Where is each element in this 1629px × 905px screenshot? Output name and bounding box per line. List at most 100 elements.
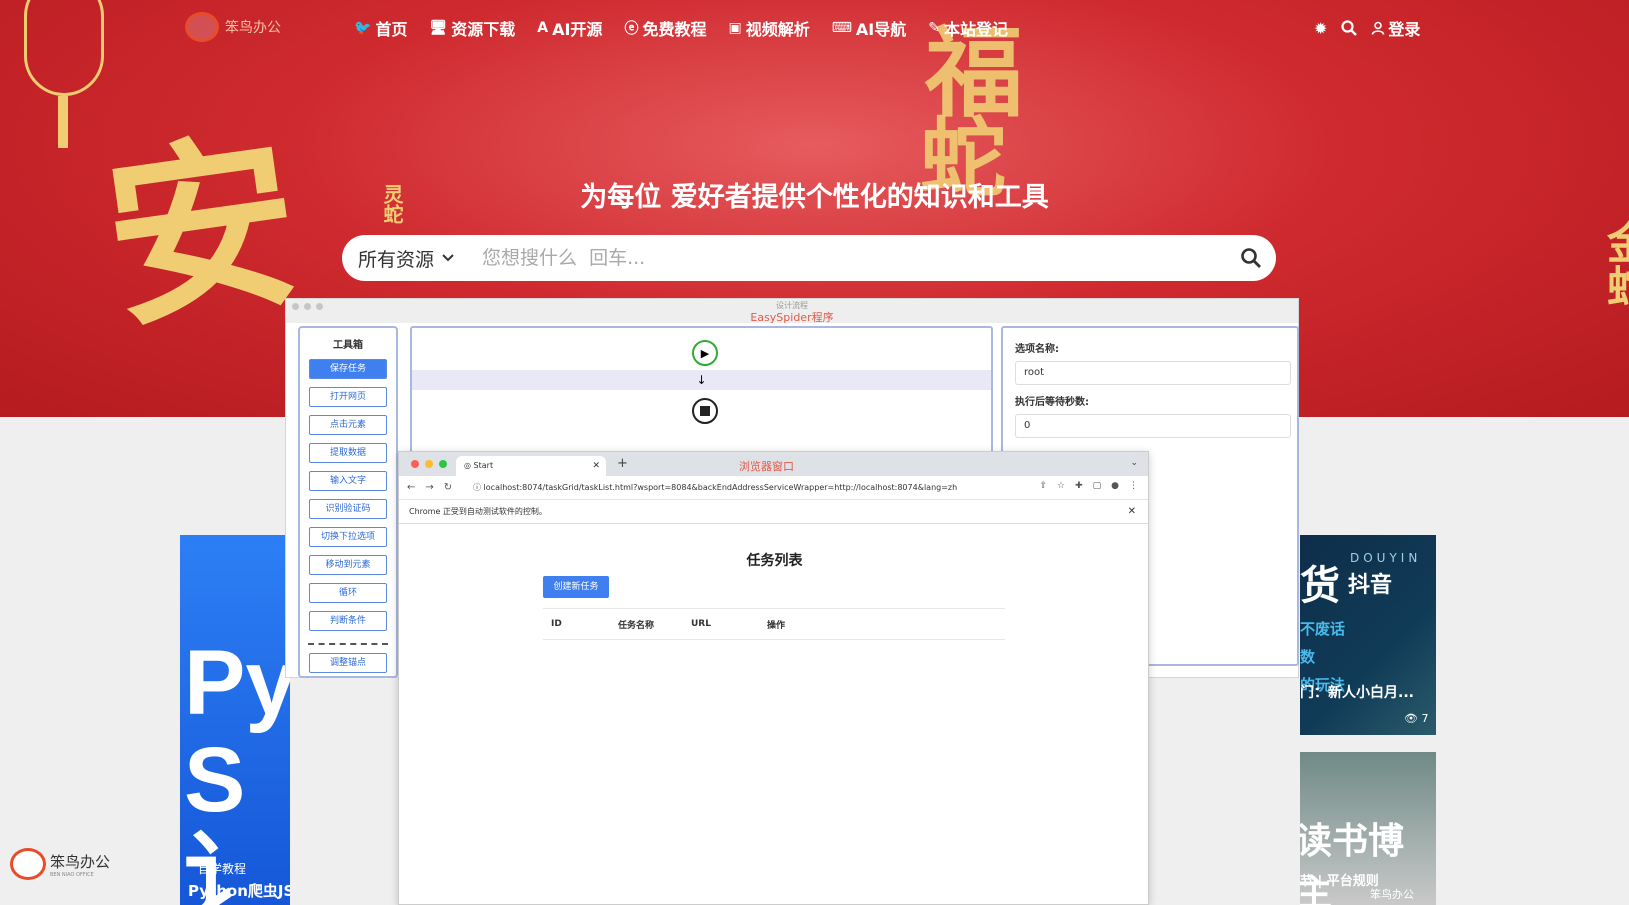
column-header: ID <box>551 619 562 629</box>
reload-icon[interactable]: ↻ <box>444 482 452 493</box>
browser-content: 任务列表 创建新任务 ID 任务名称 URL 操作 <box>399 524 1148 904</box>
card-cover-text: 读书博主 <box>1300 821 1405 905</box>
chevron-down-icon[interactable]: ⌄ <box>1130 458 1138 468</box>
site-logo[interactable]: 笨鸟办公 <box>185 12 281 42</box>
tool-switch-option[interactable]: 切换下拉选项 <box>309 527 387 547</box>
column-header: 操作 <box>767 620 786 631</box>
letter-a-icon: A <box>537 20 549 36</box>
automation-info-bar: Chrome 正受到自动测试软件的控制。 ✕ <box>399 500 1148 524</box>
stop-icon[interactable] <box>692 398 718 424</box>
minimize-dot[interactable] <box>425 460 433 468</box>
nav-label: 视频解析 <box>745 20 810 39</box>
new-tab-icon[interactable]: + <box>617 456 628 471</box>
wait-seconds-label: 执行后等待秒数: <box>1015 397 1089 408</box>
nav-item-video-parse[interactable]: ▣ 视频解析 <box>728 16 809 40</box>
main-nav: 🐦 首页 🖥 资源下载 A AI开源 ⓔ 免费教程 ▣ 视频解析 ⌨ AI导航 ✎ 本站登记 <box>354 16 1008 40</box>
login-link[interactable]: 登录 <box>1371 16 1420 40</box>
theme-toggle-icon[interactable]: ✹ <box>1314 19 1327 38</box>
browser-icon: ⓔ <box>624 21 639 37</box>
article-card[interactable]: 货 DOUYIN 抖音 不废话 数 的玩法 门：新人小白月... 👁 7 <box>1300 535 1436 735</box>
nav-label: AI开源 <box>552 20 603 39</box>
back-icon[interactable]: ← <box>407 482 415 493</box>
robot-icon: ⌨ <box>831 20 852 36</box>
task-table-header: ID 任务名称 URL 操作 <box>543 608 1005 640</box>
profile-icon[interactable]: ● <box>1111 481 1119 491</box>
browser-tab[interactable]: ◎ Start ✕ <box>456 456 606 476</box>
pen-icon: ✎ <box>928 20 940 36</box>
owl-logo-icon <box>185 12 219 42</box>
brand-sub: BEN NIAO OFFICE <box>50 871 94 878</box>
toolbox-title: 工具箱 <box>333 340 363 351</box>
close-icon[interactable]: ✕ <box>592 456 600 476</box>
tool-extract-data[interactable]: 提取数据 <box>309 443 387 463</box>
option-name-label: 选项名称: <box>1015 344 1059 355</box>
nav-label: 本站登记 <box>944 20 1009 39</box>
login-label: 登录 <box>1388 20 1421 39</box>
info-bar-text: Chrome 正受到自动测试软件的控制。 <box>409 507 547 516</box>
eye-icon: 👁 <box>1404 712 1418 725</box>
tool-adjust-anchor[interactable]: 调整锚点 <box>309 653 387 673</box>
search-input[interactable] <box>472 247 1226 269</box>
menu-icon[interactable]: ⋮ <box>1129 481 1138 491</box>
hero-deco-char: 安 <box>92 107 312 355</box>
url-text: localhost:8074/taskGrid/taskList.html?ws… <box>483 483 958 492</box>
nav-item-tutorials[interactable]: ⓔ 免费教程 <box>624 16 706 40</box>
close-dot[interactable] <box>411 460 419 468</box>
floating-logo[interactable]: 笨鸟办公 BEN NIAO OFFICE <box>10 848 110 880</box>
header-actions: ✹ 登录 <box>1314 16 1420 40</box>
hero-title: 为每位 爱好者提供个性化的知识和工具 <box>580 182 1049 213</box>
card-cover-text: 货 <box>1300 563 1340 609</box>
lantern-decoration <box>24 0 104 96</box>
search-icon[interactable] <box>1341 20 1358 36</box>
hero-deco-char: 金蛇 <box>1599 220 1629 308</box>
chevron-down-icon <box>442 254 454 262</box>
tool-click-element[interactable]: 点击元素 <box>309 415 387 435</box>
maximize-dot[interactable] <box>439 460 447 468</box>
nav-item-home[interactable]: 🐦 首页 <box>354 16 407 40</box>
card-tag: 自学教程 <box>198 862 247 876</box>
card-cover-brand: 抖音 <box>1348 573 1393 598</box>
article-card[interactable]: 读书博主 节 | 平台规则 笨鸟办公 <box>1300 752 1436 905</box>
tool-input-text[interactable]: 输入文字 <box>309 471 387 491</box>
play-icon[interactable]: ▶ <box>692 340 718 366</box>
card-watermark: 笨鸟办公 <box>1370 888 1414 901</box>
article-card[interactable]: Py S讠 自学教程 Python爬虫JS... <box>180 535 290 905</box>
column-header: 任务名称 <box>618 620 655 631</box>
card-cover-sub: 节 | 平台规则 <box>1300 874 1379 889</box>
wait-seconds-field[interactable]: 0 <box>1015 414 1291 438</box>
toolbox-divider <box>308 643 388 645</box>
tool-move-to-element[interactable]: 移动到元素 <box>309 555 387 575</box>
nav-item-ai-opensource[interactable]: A AI开源 <box>537 16 602 40</box>
tool-loop[interactable]: 循环 <box>309 583 387 603</box>
nav-label: AI导航 <box>855 20 907 39</box>
browser-tab-title: Start <box>473 461 494 470</box>
nav-buttons: ← → ↻ <box>407 482 452 493</box>
share-icon[interactable]: ⇪ <box>1039 481 1047 491</box>
card-title: Python爬虫JS... <box>188 882 290 900</box>
star-icon[interactable]: ☆ <box>1057 481 1065 491</box>
tool-captcha[interactable]: 识别验证码 <box>309 499 387 519</box>
brand-name: 笨鸟办公 <box>50 852 111 871</box>
tool-condition[interactable]: 判断条件 <box>309 611 387 631</box>
tool-open-page[interactable]: 打开网页 <box>309 387 387 407</box>
card-views: 👁 7 <box>1404 712 1428 725</box>
url-field[interactable]: ⓘ localhost:8074/taskGrid/taskList.html?… <box>473 482 993 493</box>
option-name-field[interactable]: root <box>1015 361 1291 385</box>
nav-label: 资源下载 <box>451 20 516 39</box>
close-icon[interactable]: ✕ <box>1128 500 1136 524</box>
card-title: 门：新人小白月... <box>1300 685 1414 701</box>
sidebar-icon[interactable]: ▢ <box>1093 481 1102 491</box>
nav-item-downloads[interactable]: 🖥 资源下载 <box>429 16 515 40</box>
search-button[interactable] <box>1226 235 1276 281</box>
nav-item-ai-nav[interactable]: ⌨ AI导航 <box>832 16 907 40</box>
search-category-label: 所有资源 <box>358 248 435 271</box>
forward-icon[interactable]: → <box>425 482 433 493</box>
browser-window: ◎ Start ✕ + 浏览器窗口 ⌄ ← → ↻ ⓘ localhost:80… <box>398 451 1149 905</box>
search-category-select[interactable]: 所有资源 <box>342 245 472 272</box>
extensions-icon[interactable]: ✚ <box>1075 481 1083 491</box>
search-bar: 所有资源 <box>342 235 1276 281</box>
card-cover-en: DOUYIN <box>1350 551 1422 565</box>
create-task-button[interactable]: 创建新任务 <box>543 576 609 598</box>
tool-save-task[interactable]: 保存任务 <box>309 359 387 379</box>
nav-item-register[interactable]: ✎ 本站登记 <box>928 16 1008 40</box>
